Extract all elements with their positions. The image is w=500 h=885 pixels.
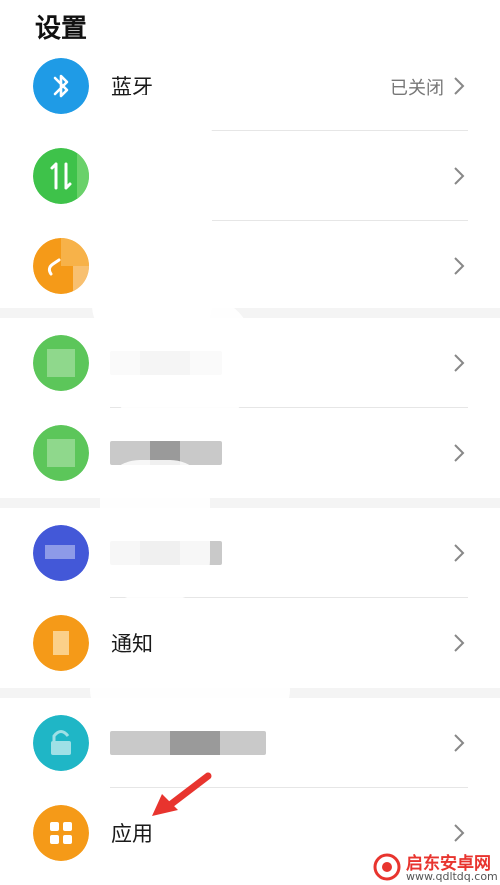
green-pixelated-icon: [33, 335, 89, 391]
settings-row-label: 络: [174, 165, 195, 189]
settings-row-label: 蓝牙: [111, 75, 153, 99]
chevron-right-icon: [454, 354, 465, 372]
chevron-right-icon: [454, 634, 465, 652]
blue-pixelated-icon: [33, 525, 89, 581]
mobile-network-icon: [33, 148, 89, 204]
bluetooth-status: 已关闭: [390, 78, 444, 99]
blurred-text: [110, 164, 170, 188]
green-pixelated-icon: [33, 425, 89, 481]
lock-icon: [33, 715, 89, 771]
watermark-url: www.qdltdq.com: [406, 870, 498, 883]
chevron-right-icon: [454, 824, 465, 842]
chevron-right-icon: [454, 77, 465, 95]
settings-row-notifications[interactable]: 通知: [0, 598, 500, 688]
settings-group-connectivity: 蓝牙 已关闭 络: [0, 58, 500, 308]
settings-row-security[interactable]: [0, 698, 500, 788]
watermark-logo-icon: [373, 853, 401, 881]
blurred-text: [110, 351, 222, 375]
settings-row-green-2[interactable]: [0, 408, 500, 498]
watermark: 启东安卓网 www.qdltdq.com: [368, 849, 500, 885]
blurred-text: [110, 731, 266, 755]
chevron-right-icon: [454, 544, 465, 562]
settings-row-bluetooth[interactable]: 蓝牙 已关闭: [0, 41, 500, 131]
bluetooth-icon: [33, 58, 89, 114]
chevron-right-icon: [454, 444, 465, 462]
notification-icon: [33, 615, 89, 671]
chevron-right-icon: [454, 257, 465, 275]
chevron-right-icon: [454, 167, 465, 185]
settings-row-label: 应用: [111, 822, 153, 846]
blurred-text: [110, 254, 200, 278]
settings-row-green-1[interactable]: [0, 318, 500, 408]
blurred-text: [110, 541, 222, 565]
link-icon: [33, 238, 89, 294]
settings-row-mobile-network[interactable]: 络: [0, 131, 500, 221]
apps-grid-icon: [33, 805, 89, 861]
red-arrow-annotation: [152, 772, 212, 816]
chevron-right-icon: [454, 734, 465, 752]
settings-group-3: 通知: [0, 508, 500, 688]
settings-row-connection[interactable]: [0, 221, 500, 311]
settings-row-label: 通知: [111, 632, 153, 656]
blurred-text: [110, 441, 222, 465]
settings-group-2: [0, 318, 500, 498]
page-title: 设置: [35, 14, 88, 44]
settings-row-blue[interactable]: [0, 508, 500, 598]
